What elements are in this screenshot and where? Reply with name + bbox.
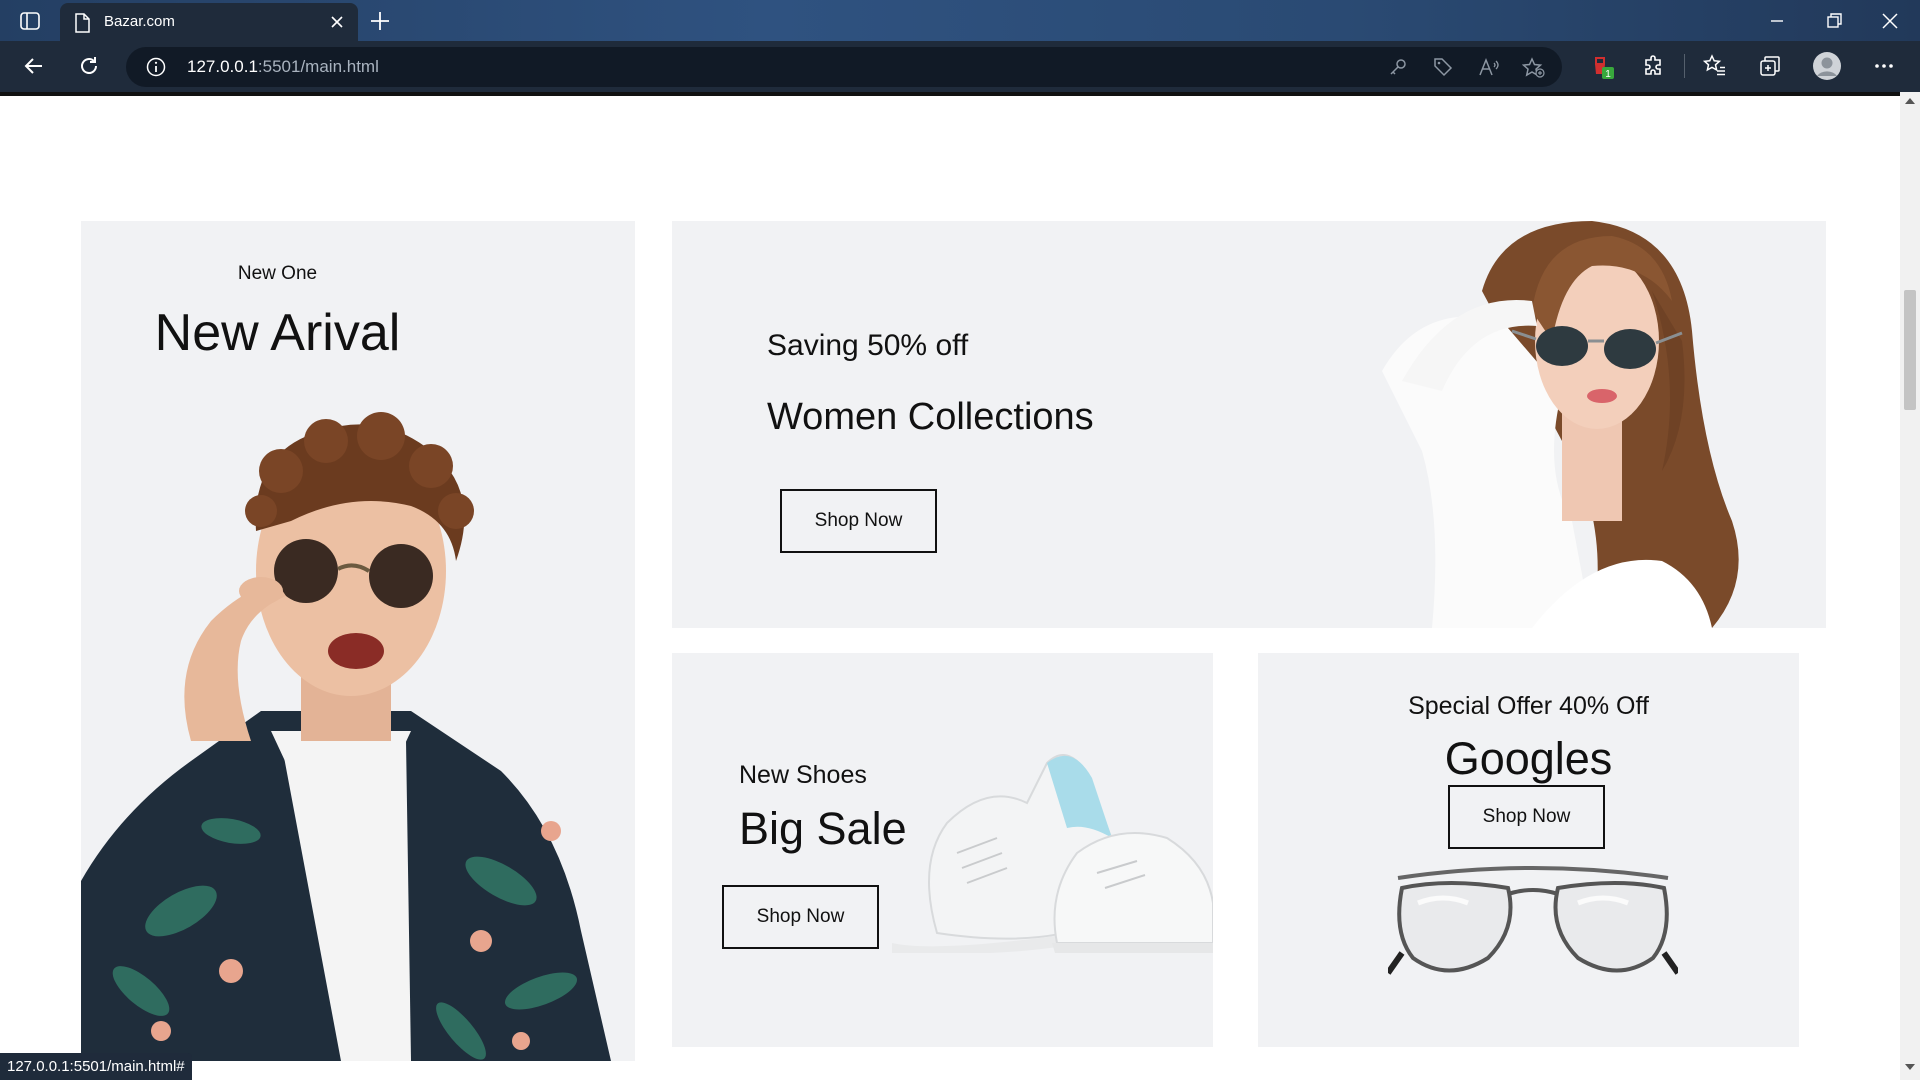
goggles-shop-now-button[interactable]: Shop Now — [1448, 785, 1605, 849]
aviator-sunglasses-image — [1388, 866, 1678, 975]
page-icon — [75, 13, 90, 33]
sneakers-image — [892, 754, 1213, 953]
plus-icon[interactable] — [368, 9, 392, 33]
sidebar-toggle-button[interactable] — [14, 8, 46, 34]
key-icon[interactable] — [1388, 57, 1408, 77]
favorites-icon[interactable] — [1703, 54, 1727, 78]
back-icon[interactable] — [22, 54, 46, 78]
restore-icon[interactable] — [1823, 10, 1845, 32]
shoes-shop-now-button[interactable]: Shop Now — [722, 885, 879, 949]
tab-title: Bazar.com — [104, 13, 175, 30]
vertical-scrollbar[interactable] — [1900, 92, 1920, 1080]
women-collections-card[interactable]: Saving 50% off Women Collections Shop No… — [672, 221, 1826, 628]
new-arrival-kicker: New One — [237, 263, 318, 284]
extension-badge-count: 1 — [1605, 69, 1611, 80]
man-with-sunglasses-image — [81, 412, 611, 1061]
women-shop-now-button[interactable]: Shop Now — [780, 489, 937, 553]
minimize-icon[interactable] — [1766, 10, 1788, 32]
women-kicker: Saving 50% off — [767, 329, 969, 362]
scroll-thumb[interactable] — [1904, 290, 1916, 410]
extension-badge-icon[interactable]: 1 — [1590, 54, 1616, 80]
new-arrival-title: New Arival — [154, 304, 401, 362]
goggles-offer-card[interactable]: Special Offer 40% Off Googles Shop Now — [1258, 653, 1799, 1047]
scroll-up-arrow-icon[interactable] — [1905, 98, 1915, 104]
active-tab[interactable]: Bazar.com — [60, 3, 358, 41]
info-icon[interactable] — [146, 57, 166, 77]
sidebar-toggle-icon — [20, 12, 40, 30]
shoes-sale-card[interactable]: New Shoes Big Sale Shop Now — [672, 653, 1213, 1047]
address-bar[interactable]: 127.0.0.1:5501/main.html — [126, 47, 1562, 87]
women-title: Women Collections — [767, 396, 1094, 438]
close-icon[interactable] — [328, 13, 346, 31]
more-icon[interactable] — [1872, 54, 1896, 78]
tag-icon[interactable] — [1433, 57, 1453, 77]
toolbar-divider — [1684, 54, 1685, 78]
read-aloud-icon[interactable] — [1478, 57, 1500, 77]
scroll-down-arrow-icon[interactable] — [1905, 1064, 1915, 1070]
url-host: 127.0.0.1 — [187, 57, 258, 76]
window-close-icon[interactable] — [1879, 10, 1901, 32]
collections-icon[interactable] — [1758, 54, 1782, 78]
goggles-kicker: Special Offer 40% Off — [1408, 692, 1649, 720]
toolbar-shadow — [0, 92, 1900, 96]
refresh-icon[interactable] — [77, 54, 101, 78]
tab-bar: Bazar.com — [0, 0, 1920, 41]
star-add-icon[interactable] — [1522, 57, 1546, 79]
new-arrival-card[interactable]: New One New Arival — [81, 221, 635, 1061]
woman-with-sunglasses-image — [1382, 221, 1739, 628]
avatar[interactable] — [1812, 51, 1842, 81]
link-status-bar: 127.0.0.1:5501/main.html# — [0, 1053, 192, 1080]
puzzle-icon[interactable] — [1642, 54, 1666, 78]
goggles-title: Googles — [1444, 733, 1613, 784]
url-path: :5501/main.html — [257, 57, 379, 76]
browser-toolbar: 127.0.0.1:5501/main.html 1 — [0, 41, 1920, 92]
url-text[interactable]: 127.0.0.1:5501/main.html — [187, 57, 379, 77]
shoes-kicker: New Shoes — [739, 761, 867, 789]
